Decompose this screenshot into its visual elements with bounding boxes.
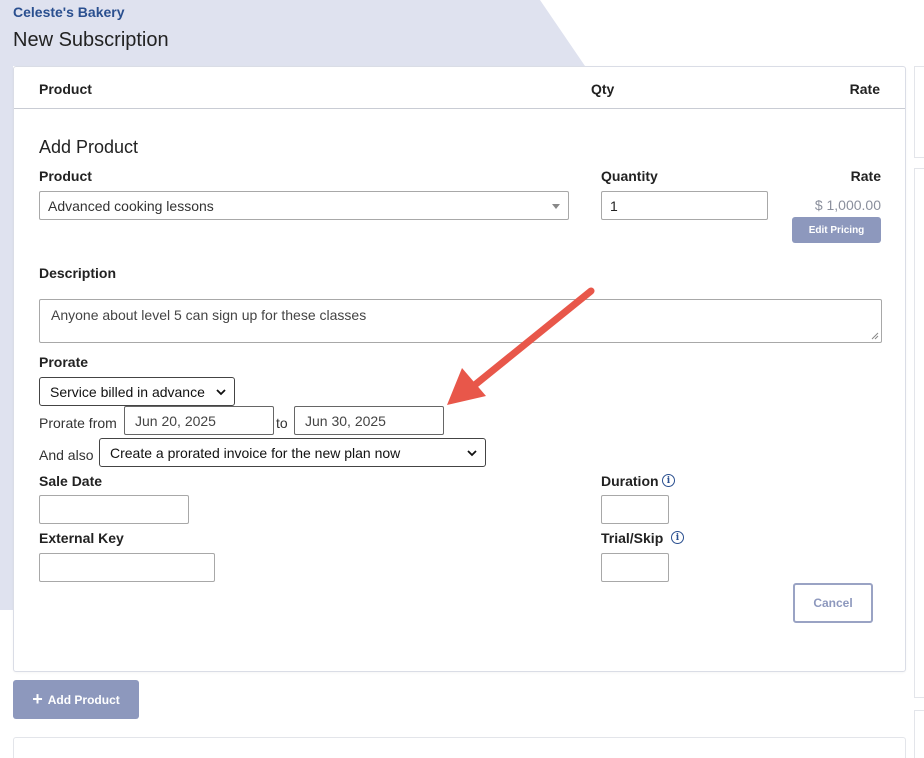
description-label: Description: [39, 265, 117, 281]
side-card-middle: [914, 168, 924, 698]
header-rate: Rate: [849, 81, 880, 97]
chevron-down-icon: [552, 204, 560, 209]
chevron-down-icon: [216, 388, 226, 395]
sale-date-input[interactable]: [39, 495, 189, 524]
rate-label: Rate: [850, 168, 881, 184]
plus-icon: +: [32, 688, 43, 709]
product-select-value: Advanced cooking lessons: [48, 197, 214, 214]
and-also-select-value: Create a prorated invoice for the new pl…: [110, 444, 401, 461]
page-title: New Subscription: [13, 29, 169, 51]
products-table-header: Product Qty Rate: [14, 67, 905, 109]
prorate-from-date-input[interactable]: Jun 20, 2025: [124, 406, 274, 435]
header-product: Product: [39, 81, 92, 97]
product-select[interactable]: Advanced cooking lessons: [39, 191, 569, 220]
product-label: Product: [39, 168, 92, 184]
prorate-label: Prorate: [39, 354, 89, 370]
add-product-title: Add Product: [39, 137, 139, 157]
prorate-to-date-value: Jun 30, 2025: [305, 412, 386, 429]
cancel-button[interactable]: Cancel: [793, 583, 873, 623]
prorate-select-value: Service billed in advance: [50, 383, 205, 400]
trial-skip-label: Trial/Skip: [601, 530, 664, 546]
description-textarea[interactable]: Anyone about level 5 can sign up for the…: [39, 299, 882, 343]
subscription-products-card: Product Qty Rate Add Product Product Adv…: [13, 66, 906, 672]
company-name[interactable]: Celeste's Bakery: [13, 4, 125, 20]
to-label: to: [276, 415, 288, 431]
chevron-down-icon: [467, 449, 477, 456]
edit-pricing-button[interactable]: Edit Pricing: [792, 217, 881, 243]
duration-info-icon[interactable]: i: [662, 474, 675, 487]
prorate-from-label: Prorate from: [39, 415, 117, 431]
duration-label: Duration: [601, 473, 659, 489]
rate-value: $ 1,000.00: [814, 197, 881, 213]
header-qty: Qty: [591, 81, 615, 97]
duration-input[interactable]: [601, 495, 669, 524]
add-product-button[interactable]: + Add Product: [13, 680, 139, 719]
sale-date-label: Sale Date: [39, 473, 103, 489]
resize-handle-icon[interactable]: [871, 332, 879, 340]
description-text: Anyone about level 5 can sign up for the…: [51, 307, 367, 323]
external-key-label: External Key: [39, 530, 124, 546]
and-also-select[interactable]: Create a prorated invoice for the new pl…: [99, 438, 486, 467]
next-section-card: [13, 737, 906, 758]
trial-skip-input[interactable]: [601, 553, 669, 582]
side-card-bottom: [914, 710, 924, 758]
prorate-select[interactable]: Service billed in advance: [39, 377, 235, 406]
external-key-input[interactable]: [39, 553, 215, 582]
prorate-to-date-input[interactable]: Jun 30, 2025: [294, 406, 444, 435]
quantity-label: Quantity: [601, 168, 658, 184]
and-also-label: And also: [39, 447, 94, 463]
side-card-top: [914, 66, 924, 158]
add-product-button-label: Add Product: [47, 692, 120, 707]
trial-skip-info-icon[interactable]: i: [671, 531, 684, 544]
prorate-from-date-value: Jun 20, 2025: [135, 412, 216, 429]
quantity-input[interactable]: [601, 191, 768, 220]
